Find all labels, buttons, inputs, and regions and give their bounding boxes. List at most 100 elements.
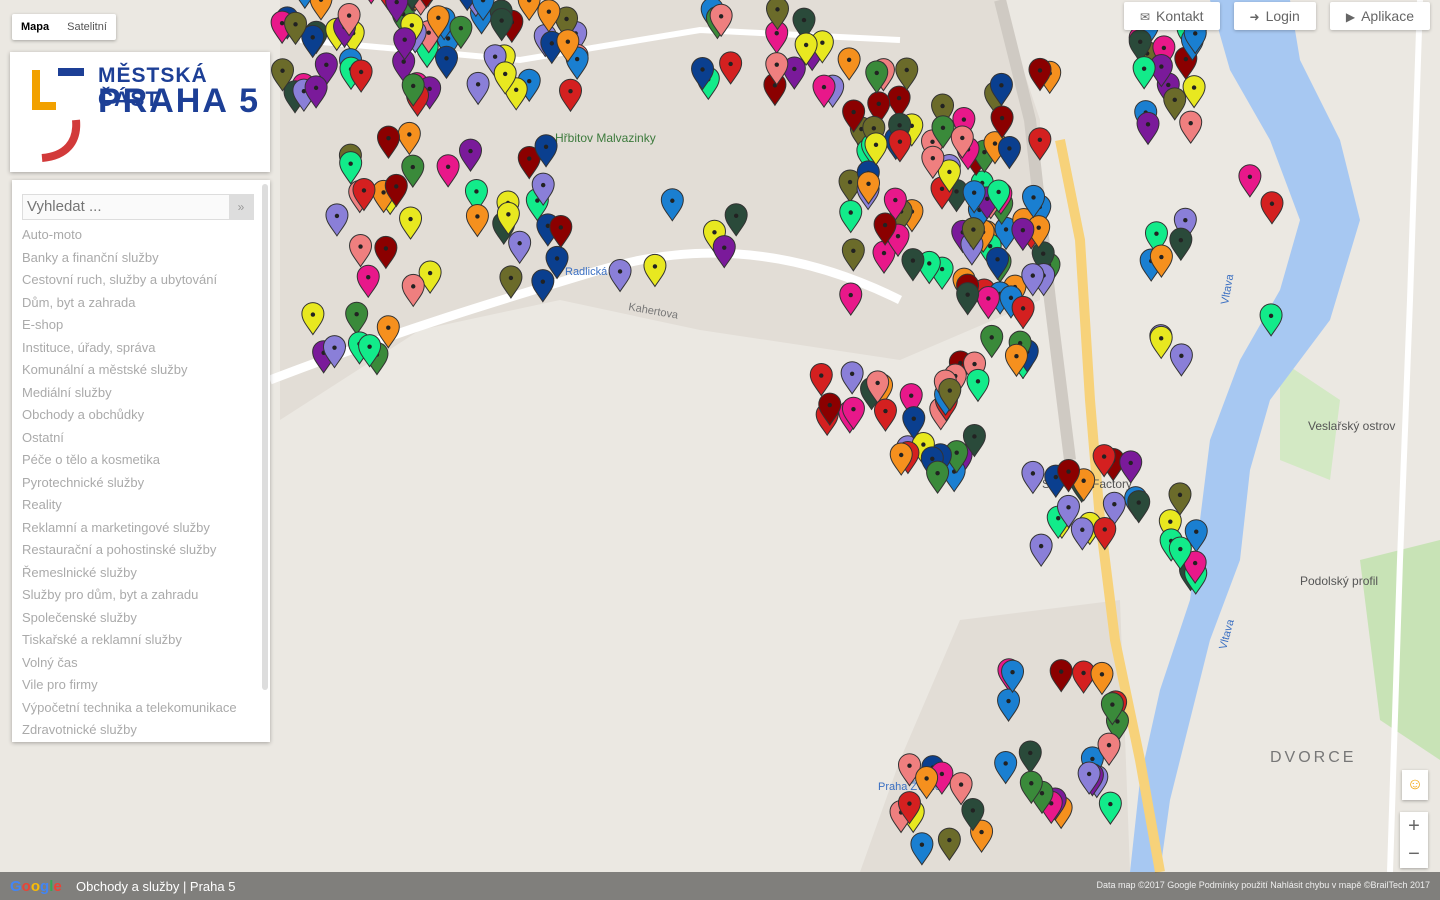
map-marker-dot [883,408,888,414]
map-marker-dot [801,17,807,23]
map-marker-dot [1192,560,1198,566]
map-marker-dot [386,135,391,141]
map-marker-dot [1101,454,1107,459]
map-marker-dot [909,393,914,398]
map-marker-dot [499,18,504,23]
play-icon: ▶ [1345,10,1356,24]
map-marker-dot [1036,225,1041,230]
category-item[interactable]: Společenské služby [22,607,237,630]
apps-button[interactable]: ▶ Aplikace [1329,2,1430,30]
map-marker-dot [411,284,416,289]
category-item[interactable]: Reality [22,494,237,517]
map-marker-dot [774,31,779,36]
category-item[interactable]: Služby pro dům, byt a zahradu [22,584,237,607]
street-view-pegman-icon[interactable]: ☺ [1402,770,1428,800]
map-marker-dot [313,85,319,91]
search-input[interactable] [23,195,227,217]
category-item[interactable]: Zdravotnické služby [22,719,237,742]
map-marker-dot [358,244,363,249]
footer-title: Obchody a služby | Praha 5 [76,879,236,894]
label-podolsky: Podolský profil [1300,574,1378,588]
map-marker-dot [947,837,952,843]
map-marker-dot [502,71,508,77]
map-marker-dot [1145,122,1151,127]
map-marker-dot [893,197,898,203]
map-marker-dot [871,126,877,131]
municipal-logo: MĚSTSKÁ ČÁST PRAHA 5 [10,52,270,172]
category-item[interactable]: Ostatní [22,427,237,450]
contact-button[interactable]: ✉ Kontakt [1123,2,1220,30]
category-item[interactable]: Dům, byt a zahrada [22,292,237,315]
map-marker-dot [1003,761,1008,766]
category-item[interactable]: E-shop [22,314,237,337]
map-marker-dot [554,256,560,261]
map-marker-dot [426,30,431,35]
category-item[interactable]: Pyrotechnické služby [22,472,237,495]
map-marker-dot [1159,64,1164,69]
map-marker-dot [1168,519,1173,524]
panel-scrollbar[interactable] [262,184,268,690]
category-item[interactable]: Výpočetní technika a telekomunikace [22,697,237,720]
category-item[interactable]: Vile pro firmy [22,674,237,697]
map-marker-dot [517,241,522,246]
map-marker-dot [411,83,416,89]
category-item[interactable]: Péče o tělo a kosmetika [22,449,237,472]
map-marker-dot [935,470,940,476]
map-marker-dot [1080,527,1085,532]
map-marker-dot [1141,66,1147,71]
map-type-map-button[interactable]: Mapa [12,14,58,40]
map-marker-dot [348,161,353,166]
map-marker-dot [947,388,952,393]
zoom-in-button[interactable]: + [1400,812,1428,840]
zoom-out-button[interactable]: − [1400,840,1428,868]
search-button[interactable]: » [229,195,253,219]
map-marker-dot [564,16,569,22]
map-marker-dot [1029,781,1034,786]
map-marker-dot [919,842,925,847]
map-marker-dot [847,179,853,185]
login-button[interactable]: ➜ Login [1233,2,1316,30]
map-marker-dot [1179,353,1184,359]
map-marker-dot [1183,56,1189,62]
map-marker-dot [367,344,372,349]
category-item[interactable]: Auto-moto [22,224,237,247]
map-marker-dot [930,456,935,462]
map-marker-dot [965,292,970,297]
apps-label: Aplikace [1361,8,1414,24]
map-marker-dot [897,123,902,128]
map-marker-dot [895,233,901,239]
map-type-satellite-button[interactable]: Satelitní [58,14,116,40]
category-item[interactable]: Řemeslnické služby [22,562,237,585]
category-item[interactable]: Reklamní a marketingové služby [22,517,237,540]
map-marker-dot [358,69,364,75]
category-item[interactable]: Obchody a obchůdky [22,404,237,427]
map-type-control[interactable]: Mapa Satelitní [12,14,116,40]
map-marker-dot [346,13,352,18]
map-marker-dot [402,37,407,42]
category-item[interactable]: Tiskařské a reklamní služby [22,629,237,652]
map-marker-dot [513,87,519,92]
map-marker-dot [1039,791,1045,796]
map-attribution: Data map ©2017 Google Podmínky použití N… [1096,880,1430,890]
category-item[interactable]: Restaurační a pohostinské služby [22,539,237,562]
map-marker-dot [940,103,945,109]
map-marker-dot [1158,336,1164,341]
map-marker-dot [565,39,571,44]
map-marker-dot [1159,254,1164,260]
map-marker-dot [558,225,563,230]
category-item[interactable]: Banky a finanční služby [22,247,237,270]
map-marker-dot [995,257,1000,262]
category-item[interactable]: Instituce, úřady, správa [22,337,237,360]
map-marker-dot [394,184,399,189]
map-marker-dot [927,261,932,266]
map-marker-dot [1010,670,1015,675]
map-marker-dot [848,210,853,215]
category-item[interactable]: Komunální a městské služby [22,359,237,382]
map-marker-dot [386,325,391,330]
category-item[interactable]: Mediální služby [22,382,237,405]
category-list: Auto-moto Banky a finanční služby Cestovní… [22,224,237,742]
category-item[interactable]: Cestovní ruch, služby a ubytování [22,269,237,292]
category-item[interactable]: Volný čas [22,652,237,675]
map-marker-dot [1058,669,1064,674]
map-marker-dot [1037,137,1043,143]
